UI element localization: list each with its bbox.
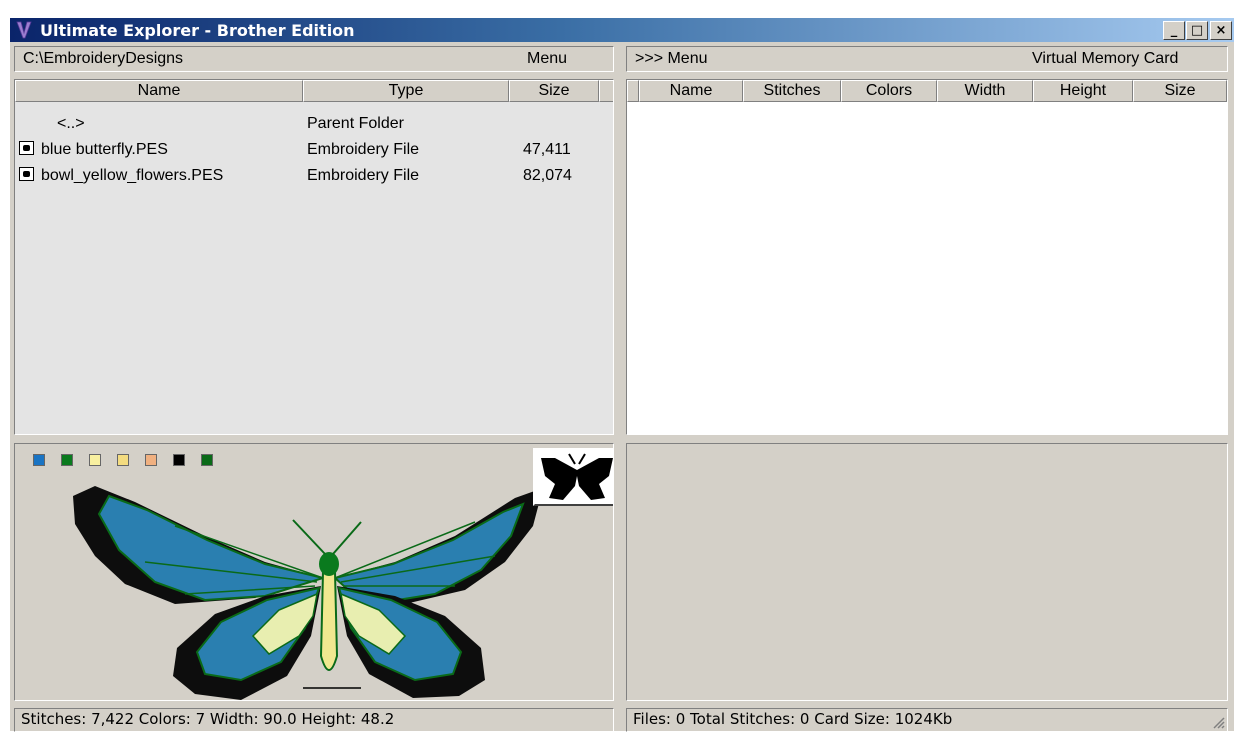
column-header-stitches[interactable]: Stitches [743,80,841,102]
file-size: 47,411 [523,141,571,158]
left-file-list[interactable]: Name Type Size <..> Parent Folder blue b… [14,79,614,435]
file-type: Embroidery File [307,167,420,184]
column-header-size[interactable]: Size [1133,80,1227,102]
resize-grip-icon[interactable] [1211,715,1225,729]
close-icon: × [1215,23,1227,38]
column-header-filler [599,80,613,102]
right-status-bar: Files: 0 Total Stitches: 0 Card Size: 10… [626,708,1228,732]
color-swatch [201,454,213,466]
column-header-size[interactable]: Size [509,80,599,102]
color-swatch [89,454,101,466]
column-header-colors[interactable]: Colors [841,80,937,102]
window-title: Ultimate Explorer - Brother Edition [40,21,355,40]
file-row[interactable]: <..> Parent Folder [15,112,613,138]
embroidery-file-icon [19,167,34,181]
maximize-icon: □ [1190,23,1204,38]
butterfly-design [73,486,543,700]
design-thumbnail[interactable] [533,448,613,506]
left-path-bar: C:\EmbroideryDesigns Menu [14,46,614,72]
file-type: Embroidery File [307,141,420,158]
current-path: C:\EmbroideryDesigns [23,50,184,67]
close-button[interactable]: × [1210,21,1232,40]
card-stats: Files: 0 Total Stitches: 0 Card Size: 10… [633,710,953,728]
left-menu-button[interactable]: Menu [527,50,567,68]
color-swatch [33,454,45,466]
column-header-name[interactable]: Name [639,80,743,102]
file-name: blue butterfly.PES [41,141,168,158]
maximize-button[interactable]: □ [1186,21,1208,40]
left-status-bar: Stitches: 7,422 Colors: 7 Width: 90.0 He… [14,708,614,732]
color-swatch [61,454,73,466]
file-name: <..> [57,115,85,132]
color-swatch [145,454,157,466]
minimize-button[interactable]: _ [1163,21,1185,40]
card-file-list[interactable]: Name Stitches Colors Width Height Size [626,79,1228,435]
column-header-height[interactable]: Height [1033,80,1133,102]
file-row[interactable]: bowl_yellow_flowers.PES Embroidery File … [15,164,613,190]
file-type: Parent Folder [307,115,404,132]
column-header-name[interactable]: Name [15,80,303,102]
file-size: 82,074 [523,167,572,184]
color-swatch [173,454,185,466]
right-menu-button[interactable]: >>> Menu [635,50,708,68]
butterfly-silhouette-icon [541,453,613,500]
app-logo-icon [16,21,32,39]
device-label[interactable]: Virtual Memory Card [1032,50,1178,68]
card-preview [626,443,1228,701]
file-row[interactable]: blue butterfly.PES Embroidery File 47,41… [15,138,613,164]
color-swatch [117,454,129,466]
title-bar[interactable]: Ultimate Explorer - Brother Edition _ □ … [10,18,1234,42]
column-header-spacer [627,80,639,102]
design-preview [14,443,614,701]
column-header-type[interactable]: Type [303,80,509,102]
file-name: bowl_yellow_flowers.PES [41,167,224,184]
column-header-width[interactable]: Width [937,80,1033,102]
right-path-bar: >>> Menu Virtual Memory Card [626,46,1228,72]
app-window: Ultimate Explorer - Brother Edition _ □ … [10,18,1234,732]
design-stats: Stitches: 7,422 Colors: 7 Width: 90.0 He… [21,710,395,728]
embroidery-file-icon [19,141,34,155]
minimize-icon: _ [1170,23,1178,38]
